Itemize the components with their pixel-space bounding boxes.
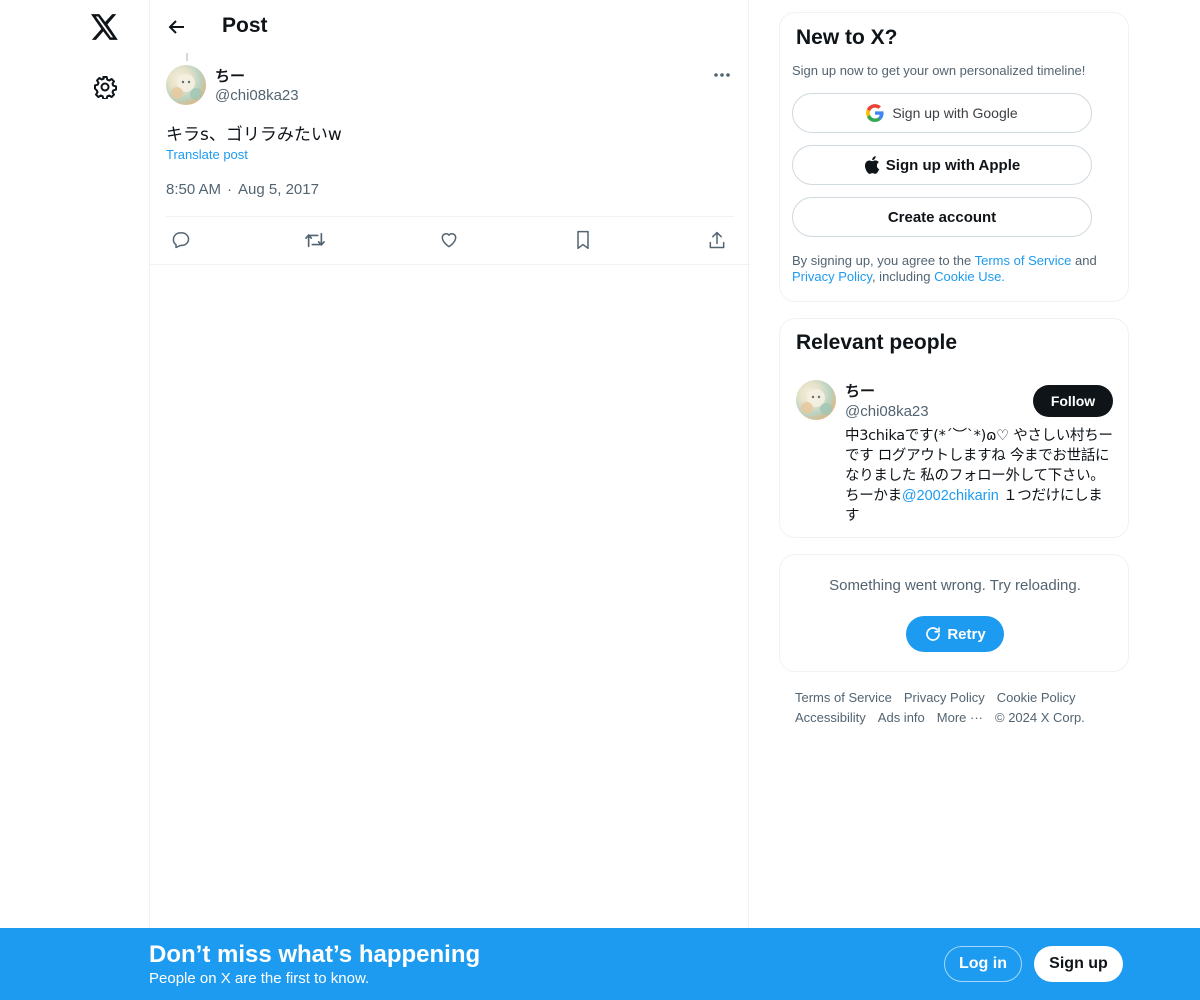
x-logo-icon[interactable] [89,11,121,43]
relevant-people-card: Relevant people ちー @chi08ka23 Follow 中3c… [779,318,1129,538]
repost-icon [305,232,325,248]
signup-card: New to X? Sign up now to get your own pe… [779,12,1129,302]
follow-button[interactable]: Follow [1033,385,1113,417]
bottom-bar-subtitle: People on X are the first to know. [149,970,370,987]
share-button[interactable] [706,229,728,251]
bio-mention-link[interactable]: @2002chikarin [902,488,999,504]
main-column: Post ちー @chi08ka23 キラs、ゴリラみたいw Translate… [149,0,750,1000]
repost-button[interactable] [304,229,326,251]
reply-button[interactable] [170,229,192,251]
translate-post-link[interactable]: Translate post [166,147,248,162]
footer-links: Terms of Service Privacy Policy Cookie Pol… [795,688,1115,728]
google-icon [866,104,884,122]
bottom-bar-title: Don’t miss what’s happening [149,941,481,968]
post-text: キラs、ゴリラみたいw [166,125,342,145]
like-button[interactable] [438,229,460,251]
refresh-icon [926,627,941,641]
gear-icon[interactable] [91,73,119,101]
footer-more-link[interactable]: More ··· [937,708,983,728]
author-name[interactable]: ちー [215,65,245,86]
retry-label: Retry [947,625,986,643]
reply-icon [172,232,190,249]
author-handle[interactable]: @chi08ka23 [215,87,299,104]
signup-google-button[interactable]: Sign up with Google [792,93,1092,133]
more-options-button[interactable] [710,66,734,84]
more-icon [714,73,730,77]
copyright: © 2024 X Corp. [995,710,1085,725]
share-icon [709,231,725,249]
page-header: Post [150,0,750,53]
bookmark-button[interactable] [572,229,594,251]
terms-link[interactable]: Terms of Service [975,253,1072,268]
avatar[interactable] [166,65,206,105]
login-prompt-bar: Don’t miss what’s happening People on X … [0,928,1200,1000]
footer-terms-link[interactable]: Terms of Service [795,688,892,708]
signup-card-subtitle: Sign up now to get your own personalized… [792,63,1086,78]
separator-dot: · [227,181,233,198]
cookie-use-link[interactable]: Cookie Use. [934,269,1005,284]
footer-ads-link[interactable]: Ads info [878,708,925,728]
person-name[interactable]: ちー [845,380,875,401]
retry-button[interactable]: Retry [906,616,1004,652]
person-handle[interactable]: @chi08ka23 [845,403,929,420]
error-message: Something went wrong. Try reloading. [829,577,1081,594]
legal-notice: By signing up, you agree to the Terms of… [792,253,1122,285]
thread-line [186,53,188,61]
footer-privacy-link[interactable]: Privacy Policy [904,688,985,708]
legal-prefix: By signing up, you agree to the [792,253,975,268]
bookmark-icon [577,230,589,250]
apple-icon [864,156,880,174]
signup-button[interactable]: Sign up [1034,946,1123,982]
avatar[interactable] [796,380,836,420]
footer-accessibility-link[interactable]: Accessibility [795,708,866,728]
signup-card-title: New to X? [796,26,898,49]
legal-including: , including [871,269,935,284]
signup-apple-label: Sign up with Apple [885,156,1021,174]
privacy-link[interactable]: Privacy Policy [792,269,872,284]
back-button[interactable] [162,12,192,42]
footer-cookie-link[interactable]: Cookie Policy [997,688,1076,708]
legal-and: and [1071,253,1097,268]
relevant-people-title: Relevant people [796,331,958,354]
create-account-button[interactable]: Create account [792,197,1092,237]
post-time[interactable]: 8:50 AM [166,181,221,198]
login-button[interactable]: Log in [944,946,1022,982]
arrow-left-icon [168,20,184,34]
post-timestamp[interactable]: 8:50 AM · Aug 5, 2017 [166,181,319,198]
person-bio: 中3chikaです(*´︶`*)ɷ♡ やさしい村ちーです ログアウトしますね 今… [845,426,1115,526]
error-card: Something went wrong. Try reloading. Ret… [779,554,1129,672]
divider [150,264,750,265]
signup-google-label: Sign up with Google [892,105,1018,121]
post-actions [150,217,750,264]
post-date[interactable]: Aug 5, 2017 [238,181,319,198]
left-nav [0,0,150,1000]
like-icon [441,233,457,248]
page-title: Post [222,14,268,37]
signup-apple-button[interactable]: Sign up with Apple [792,145,1092,185]
